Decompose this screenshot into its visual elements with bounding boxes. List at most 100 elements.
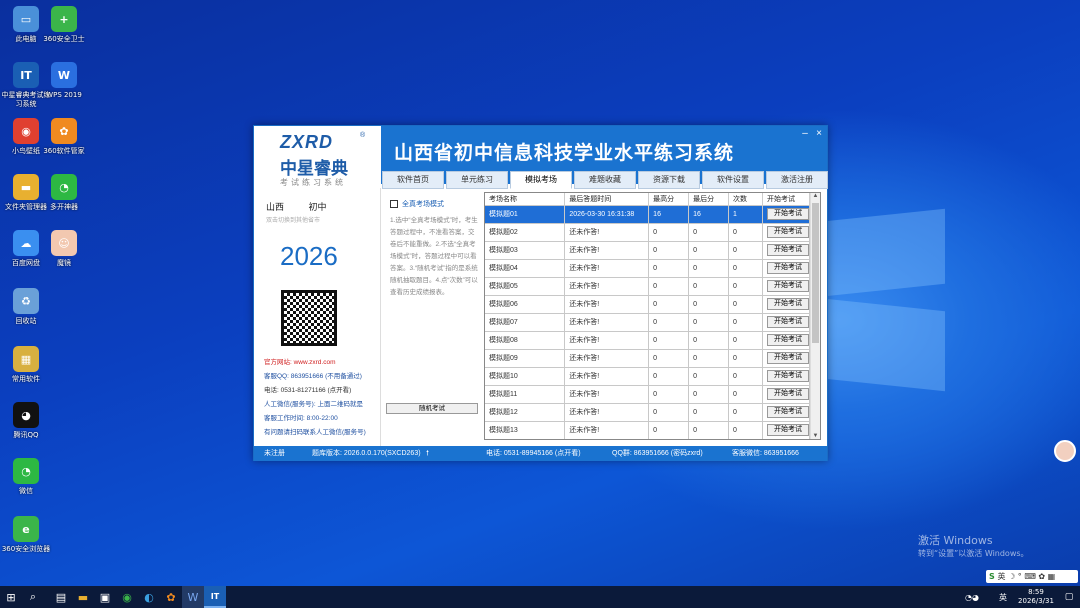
start-exam-button[interactable]: 开始考试 [766,370,809,382]
start-exam-button[interactable]: 开始考试 [766,388,809,400]
exam-task-icon[interactable]: IT [204,586,226,608]
table-scrollbar[interactable]: ▲ ▼ [810,193,820,439]
table-row[interactable]: 模拟题10 还未作答! 0 0 0 开始考试 [485,366,811,385]
desktop-icon[interactable]: W WPS 2019 [38,62,90,100]
browser-icon: e [13,516,39,542]
fullexam-checkbox[interactable] [390,200,398,208]
table-row[interactable]: 模拟题13 还未作答! 0 0 0 开始考试 [485,420,811,439]
random-exam-button[interactable]: 随机考试 [386,403,478,414]
scroll-thumb[interactable] [812,203,819,343]
desktop-icon-label: 魔镜 [57,259,71,267]
table-cell: 0 [728,366,763,385]
floating-avatar[interactable] [1054,440,1076,462]
table-row[interactable]: 模拟题02 还未作答! 0 0 0 开始考试 [485,222,811,241]
start-exam-button[interactable]: 开始考试 [766,280,809,292]
clock[interactable]: 8:59 2026/3/31 [1014,588,1058,606]
table-cell: 16 [648,204,690,223]
desktop-icon-label: 360软件管家 [43,147,85,155]
table-row[interactable]: 模拟题09 还未作答! 0 0 0 开始考试 [485,348,811,367]
table-cell: 模拟题10 [485,366,566,385]
upload-icon[interactable]: 🠕 [426,446,429,461]
table-row[interactable]: 模拟题04 还未作答! 0 0 0 开始考试 [485,258,811,277]
start-exam-button[interactable]: 开始考试 [766,226,809,238]
ime-indicator[interactable]: 英 [992,586,1014,608]
ime-toolbar[interactable]: S 英 ☽ ° ⌨ ✿ ▦ [986,570,1078,583]
table-cell: 0 [648,276,690,295]
start-exam-button[interactable]: 开始考试 [766,424,809,437]
scroll-up-icon[interactable]: ▲ [811,193,820,199]
table-header: 考场名称 最后答题时间 最高分 最后分 次数 开始考试 [485,193,811,205]
start-exam-button[interactable]: 开始考试 [766,244,809,256]
tab-1[interactable]: 单元练习 [446,171,508,189]
problem-info: 有问题请扫码联系人工微信(服务号) [264,429,366,436]
table-row[interactable]: 模拟题01 2026-03-30 16:31:38 16 16 1 开始考试 [485,204,811,223]
table-cell: 0 [728,222,763,241]
activation-watermark: 激活 Windows 转到“设置”以激活 Windows。 [918,532,1029,559]
desktop-icon[interactable]: ▦ 常用软件 [0,346,52,384]
website-link[interactable]: 官方网站: www.zxrd.com [264,356,366,370]
start-exam-button[interactable]: 开始考试 [766,334,809,346]
table-row[interactable]: 模拟题06 还未作答! 0 0 0 开始考试 [485,294,811,313]
start-exam-button[interactable]: 开始考试 [766,316,809,328]
scroll-down-icon[interactable]: ▼ [811,433,820,439]
table-row[interactable]: 模拟题07 还未作答! 0 0 0 开始考试 [485,312,811,331]
clock-date: 2026/3/31 [1018,597,1054,605]
start-exam-button[interactable]: 开始考试 [766,298,809,310]
desktop-icon[interactable]: +360安全卫士 [38,6,90,44]
left-panel: 山西 初中 双击切换到其他省市 2026 官方网站: www.zxrd.com … [254,188,381,446]
reg-status[interactable]: 未注册 [264,446,285,461]
start-exam-button[interactable]: 开始考试 [766,208,809,220]
wps-icon: W [51,62,77,88]
edge-icon[interactable]: ◐ [138,586,160,608]
tray-icons[interactable]: ◔◕ [952,586,992,608]
explorer-icon[interactable]: ▬ [72,586,94,608]
table-cell: 0 [648,420,690,439]
start-exam-button[interactable]: 开始考试 [766,262,809,274]
desktop-icon[interactable]: ♻ 回收站 [0,288,52,326]
desktop-icon[interactable]: ◔ 多开神器 [38,174,90,212]
table-cell: 开始考试 [762,294,811,313]
watermark-title: 激活 Windows [918,534,993,547]
table-row[interactable]: 模拟题08 还未作答! 0 0 0 开始考试 [485,330,811,349]
tab-4[interactable]: 资源下载 [638,171,700,189]
desktop-icon[interactable]: e 360安全浏览器 [0,516,52,554]
fullexam-label: 全真考场模式 [402,201,444,208]
wps-task-icon[interactable]: W [182,586,204,608]
softmgr-task-icon[interactable]: ✿ [160,586,182,608]
tab-2[interactable]: 模拟考场 [510,171,572,189]
start-icon[interactable]: ⊞ [0,586,22,608]
table-cell: 0 [688,402,730,421]
tab-5[interactable]: 软件设置 [702,171,764,189]
table-row[interactable]: 模拟题03 还未作答! 0 0 0 开始考试 [485,240,811,259]
province-label[interactable]: 山西 [266,202,284,212]
table-cell: 还未作答! [564,312,650,331]
status-tel: 电话: 0531-89945166 (点开看) [486,450,581,457]
table-cell: 0 [728,276,763,295]
level-label[interactable]: 初中 [309,202,327,212]
hours-info: 客服工作时间: 8:00-22:00 [264,415,338,422]
desktop-icon[interactable]: ✿ 360软件管家 [38,118,90,156]
tab-6[interactable]: 激活注册 [766,171,828,189]
start-exam-button[interactable]: 开始考试 [766,406,809,418]
table-row[interactable]: 模拟题12 还未作答! 0 0 0 开始考试 [485,402,811,421]
360-icon[interactable]: ◉ [116,586,138,608]
start-exam-button[interactable]: 开始考试 [766,352,809,364]
table-cell: 模拟题06 [485,294,566,313]
table-row[interactable]: 模拟题11 还未作答! 0 0 0 开始考试 [485,384,811,403]
taskview-icon[interactable]: ▤ [50,586,72,608]
table-cell: 还未作答! [564,258,650,277]
store-icon[interactable]: ▣ [94,586,116,608]
tab-3[interactable]: 难题收藏 [574,171,636,189]
desktop-icon[interactable]: ◔ 微信 [0,458,52,496]
table-row[interactable]: 模拟题05 还未作答! 0 0 0 开始考试 [485,276,811,295]
table-cell: 0 [648,384,690,403]
desktop-icon[interactable]: ◕ 腾讯QQ [0,402,52,440]
table-cell: 模拟题11 [485,384,566,403]
close-button[interactable]: × [812,128,826,139]
table-cell: 0 [648,402,690,421]
tab-0[interactable]: 软件首页 [382,171,444,189]
desktop-icon[interactable]: ☺ 魔镜 [38,230,90,268]
minimize-button[interactable]: – [798,128,812,139]
search-icon[interactable]: ⌕ [22,586,44,608]
notification-icon[interactable]: ▢ [1058,586,1080,608]
